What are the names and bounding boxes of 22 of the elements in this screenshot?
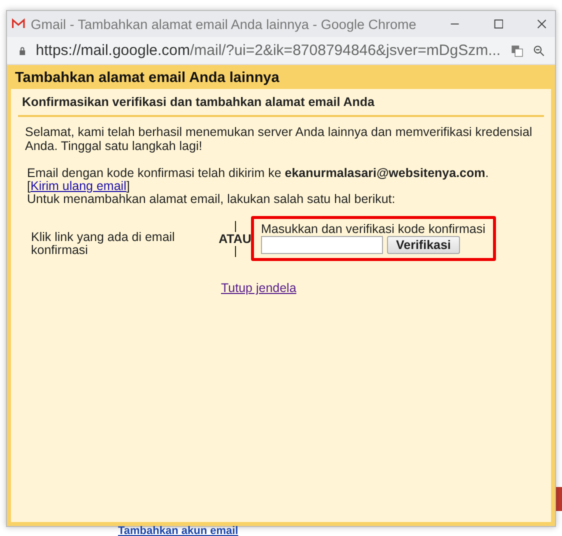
bracket: ] xyxy=(126,179,130,193)
lock-icon xyxy=(19,44,26,56)
window-title: Gmail - Tambahkan alamat email Anda lainnya - Google Chrome xyxy=(30,16,416,32)
instruction-text: Untuk menambahkan alamat email, lakukan salah satu hal berikut: xyxy=(27,193,396,206)
separator-text: ATAU xyxy=(218,232,252,246)
intro-text: Selamat, kami telah berhasil menemukan server Anda lainnya dan memverifikasi kredensial Anda. Tinggal satu langkah lagi! xyxy=(25,125,534,153)
close-window-link[interactable]: Tutup jendela xyxy=(221,281,296,295)
code-input-field[interactable] xyxy=(261,236,383,254)
url-text: https://mail.google.com/mail/?ui=2&ik=8708794846&jsver=mDgSzm... xyxy=(36,42,501,59)
dialog-title: Tambahkan alamat email Anda lainnya xyxy=(14,69,280,88)
option-text: Klik link yang ada di email konfirmasi xyxy=(31,230,176,256)
mail-logo-icon xyxy=(12,18,25,30)
bracket: [ xyxy=(27,179,30,193)
dialog-subtitle: Konfirmasikan verifikasi dan tambahkan alamat email Anda xyxy=(18,93,544,117)
close-icon[interactable] xyxy=(537,18,548,30)
add-account-link[interactable]: Tambahkan akun email xyxy=(118,526,238,536)
sent-notice: Email dengan kode konfirmasi telah dikirim ke ekanurmalasari@websitenya.com. xyxy=(27,167,490,180)
maximize-icon[interactable] xyxy=(494,18,504,30)
verify-button[interactable]: Verifikasi xyxy=(387,236,460,254)
code-label: Masukkan dan verifikasi kode konfirmasi xyxy=(261,222,486,236)
address-bar[interactable]: https://mail.google.com/mail/?ui=2&ik=8708794846&jsver=mDgSzm... xyxy=(7,37,555,65)
resend-link[interactable]: Kirim ulang email xyxy=(30,179,126,193)
